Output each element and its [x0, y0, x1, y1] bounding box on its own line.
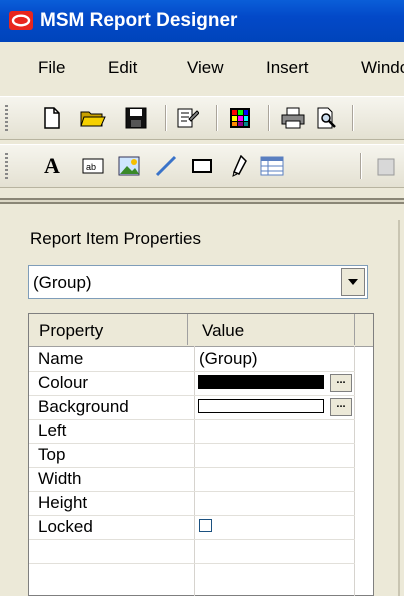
box-icon[interactable]	[372, 152, 400, 180]
menu-view[interactable]: View	[187, 58, 224, 78]
standard-toolbar	[0, 96, 404, 140]
header-property[interactable]: Property	[29, 314, 188, 345]
save-icon[interactable]	[122, 104, 150, 132]
table-row[interactable]: Height	[29, 491, 355, 516]
table-row[interactable]: Name (Group)	[29, 347, 355, 372]
property-grid: Property Value Name (Group) Colour ... B…	[28, 313, 374, 596]
menu-file[interactable]: File	[38, 58, 65, 78]
table-row[interactable]: Background ...	[29, 395, 355, 420]
panel-border	[398, 220, 400, 596]
selected-item: (Group)	[33, 273, 92, 292]
textbox-icon[interactable]: ab	[79, 152, 107, 180]
table-row[interactable]: Top	[29, 443, 355, 468]
line-icon[interactable]	[152, 152, 180, 180]
open-icon[interactable]	[79, 104, 107, 132]
chevron-down-icon	[348, 279, 358, 285]
pen-icon[interactable]	[226, 152, 254, 180]
dropdown-button[interactable]	[341, 268, 365, 296]
menu-window[interactable]: Windo	[361, 58, 404, 78]
table-row[interactable]: Width	[29, 467, 355, 492]
panel-title: Report Item Properties	[30, 229, 202, 248]
rectangle-icon[interactable]	[188, 152, 216, 180]
table-row[interactable]: Locked	[29, 515, 355, 540]
print-preview-icon[interactable]	[313, 104, 341, 132]
svg-text:ab: ab	[86, 162, 96, 172]
properties-icon[interactable]	[174, 104, 202, 132]
background-ellipsis-button[interactable]: ...	[330, 398, 352, 416]
new-icon[interactable]	[38, 104, 66, 132]
print-icon[interactable]	[279, 104, 307, 132]
image-icon[interactable]	[115, 152, 143, 180]
toolbar-grip[interactable]	[5, 105, 8, 131]
table-row[interactable]: Left	[29, 419, 355, 444]
menu-bar: File Edit View Insert Windo	[0, 42, 404, 90]
menu-insert[interactable]: Insert	[266, 58, 309, 78]
property-name: Height	[38, 493, 88, 512]
background-swatch[interactable]	[198, 399, 324, 413]
insert-toolbar: A ab	[0, 144, 404, 188]
property-name: Colour	[38, 373, 89, 392]
title-bar: MSM Report Designer	[0, 0, 404, 42]
property-name: Locked	[38, 517, 93, 536]
property-name: Name	[38, 349, 84, 368]
window-title: MSM Report Designer	[40, 10, 238, 31]
color-palette-icon[interactable]	[226, 104, 254, 132]
table-icon[interactable]	[258, 152, 286, 180]
property-name: Width	[38, 469, 82, 488]
header-value[interactable]: Value	[188, 314, 355, 345]
property-name: Left	[38, 421, 67, 440]
table-row	[29, 539, 355, 564]
toolbar-grip[interactable]	[5, 153, 8, 179]
table-row[interactable]: Colour ...	[29, 371, 355, 396]
property-value[interactable]: (Group)	[199, 349, 258, 369]
menu-edit[interactable]: Edit	[108, 58, 137, 78]
colour-swatch[interactable]	[198, 375, 324, 389]
item-selector-dropdown[interactable]: (Group)	[28, 265, 368, 299]
property-name: Top	[38, 445, 66, 464]
colour-ellipsis-button[interactable]: ...	[330, 374, 352, 392]
oracle-logo-icon	[9, 11, 33, 30]
locked-checkbox[interactable]	[199, 519, 212, 532]
grid-header: Property Value	[29, 314, 373, 347]
text-icon[interactable]: A	[38, 152, 66, 180]
property-name: Background	[38, 397, 129, 416]
